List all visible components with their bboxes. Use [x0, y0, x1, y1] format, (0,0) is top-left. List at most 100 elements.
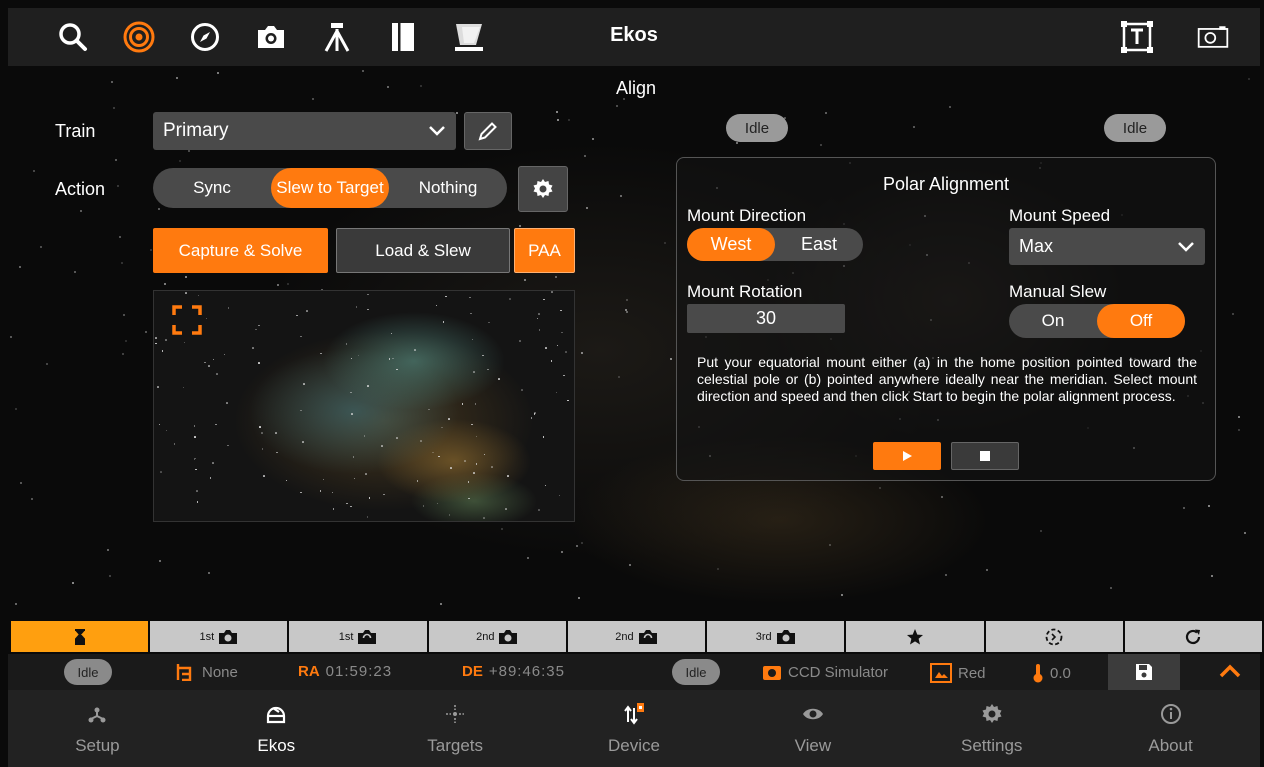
image-star: [367, 308, 369, 311]
direction-east[interactable]: East: [775, 228, 863, 261]
status-badge-right: Idle: [1104, 114, 1166, 142]
chevron-up-icon[interactable]: [1218, 662, 1242, 685]
image-star: [345, 343, 348, 345]
image-star: [212, 462, 214, 464]
mount-rotation-field[interactable]: 30: [687, 304, 845, 333]
load-slew-button[interactable]: Load & Slew: [336, 228, 510, 273]
train-dropdown[interactable]: Primary: [153, 112, 456, 150]
edit-train-button[interactable]: [464, 112, 512, 150]
step-label: 1st: [338, 630, 354, 643]
background-star: [116, 184, 119, 187]
background-star: [115, 158, 118, 161]
camera-icon[interactable]: [254, 20, 288, 54]
nav-targets[interactable]: Targets: [366, 690, 545, 767]
fullscreen-icon[interactable]: [172, 305, 202, 335]
mount-direction-segmented: West East: [687, 228, 863, 261]
image-star: [467, 481, 470, 483]
step-first-rotate: 1st: [289, 621, 427, 652]
device-icon: [624, 702, 644, 725]
eye-icon: [802, 708, 823, 719]
start-button[interactable]: [873, 442, 941, 470]
image-star: [185, 292, 187, 294]
filter-status: Red: [930, 663, 986, 683]
nav-about[interactable]: About: [1081, 690, 1260, 767]
search-icon[interactable]: [56, 20, 90, 54]
polar-alignment-panel: Polar Alignment Mount Direction West Eas…: [676, 157, 1216, 481]
image-star: [204, 361, 206, 364]
save-button[interactable]: [1108, 654, 1180, 690]
image-star: [448, 418, 450, 420]
background-star: [159, 559, 162, 562]
image-star: [300, 491, 302, 494]
image-star: [392, 357, 394, 360]
paa-button[interactable]: PAA: [514, 228, 575, 273]
capture-solve-button[interactable]: Capture & Solve: [153, 228, 328, 273]
nav-label: View: [794, 735, 832, 755]
image-star: [255, 328, 257, 331]
background-star: [625, 298, 628, 301]
background-star: [1238, 429, 1241, 432]
notebook-icon[interactable]: [386, 20, 420, 54]
stop-button[interactable]: [951, 442, 1019, 470]
manual-slew-off[interactable]: Off: [1097, 304, 1185, 338]
mount-speed-dropdown[interactable]: Max: [1009, 228, 1205, 265]
image-star: [538, 313, 540, 315]
nav-settings[interactable]: Settings: [902, 690, 1081, 767]
image-star: [450, 467, 452, 469]
idle-badge-2: Idle: [672, 659, 720, 685]
background-star: [1210, 575, 1213, 578]
image-star: [487, 368, 489, 371]
text-frame-icon[interactable]: [1120, 20, 1154, 54]
image-star: [285, 479, 288, 482]
action-slew-to-target[interactable]: Slew to Target: [271, 168, 389, 208]
action-nothing[interactable]: Nothing: [389, 168, 507, 208]
align-settings-button[interactable]: [518, 166, 568, 212]
nav-label: Setup: [75, 735, 120, 755]
background-star: [185, 275, 188, 278]
image-star: [416, 480, 419, 482]
nav-view[interactable]: View: [723, 690, 902, 767]
refresh-icon: [1186, 629, 1201, 644]
nav-setup[interactable]: Setup: [8, 690, 187, 767]
background-star: [1109, 586, 1112, 589]
tripod-icon[interactable]: [320, 20, 354, 54]
image-star: [470, 312, 472, 315]
action-segmented: Sync Slew to Target Nothing: [153, 168, 507, 208]
image-star: [355, 306, 358, 308]
dashed-circle-icon: [1045, 628, 1063, 645]
image-star: [530, 417, 533, 419]
background-star: [1232, 312, 1235, 315]
manual-slew-on[interactable]: On: [1009, 304, 1097, 338]
action-sync[interactable]: Sync: [153, 168, 271, 208]
telescope-icon[interactable]: [452, 20, 486, 54]
background-star: [361, 70, 364, 72]
step-label: 2nd: [476, 630, 495, 643]
nav-ekos[interactable]: Ekos: [187, 690, 366, 767]
ekos-icon: [267, 706, 286, 723]
mount-speed-label: Mount Speed: [1009, 206, 1111, 225]
nav-device[interactable]: Device: [545, 690, 724, 767]
background-star: [18, 266, 21, 269]
background-star: [32, 169, 35, 172]
compass-icon[interactable]: [188, 20, 222, 54]
step-first-capture: 1st: [150, 621, 288, 652]
camera-rotate-icon: [358, 629, 377, 644]
image-star: [208, 365, 210, 367]
solved-image-preview[interactable]: [153, 290, 575, 522]
image-star: [442, 321, 445, 323]
camera-status: CCD Simulator: [762, 663, 888, 681]
step-star: [846, 621, 984, 652]
image-star: [366, 516, 369, 518]
direction-west[interactable]: West: [687, 228, 775, 261]
image-star: [276, 451, 278, 454]
mount-direction-label: Mount Direction: [687, 206, 807, 225]
background-star: [207, 571, 210, 574]
target-icon[interactable]: [122, 20, 156, 54]
background-star: [163, 282, 166, 285]
image-star: [195, 468, 197, 471]
background-star: [107, 548, 110, 551]
de-label: DE: [462, 663, 483, 680]
screenshot-icon[interactable]: [1196, 20, 1230, 54]
background-star: [618, 375, 621, 378]
background-star: [912, 126, 915, 129]
